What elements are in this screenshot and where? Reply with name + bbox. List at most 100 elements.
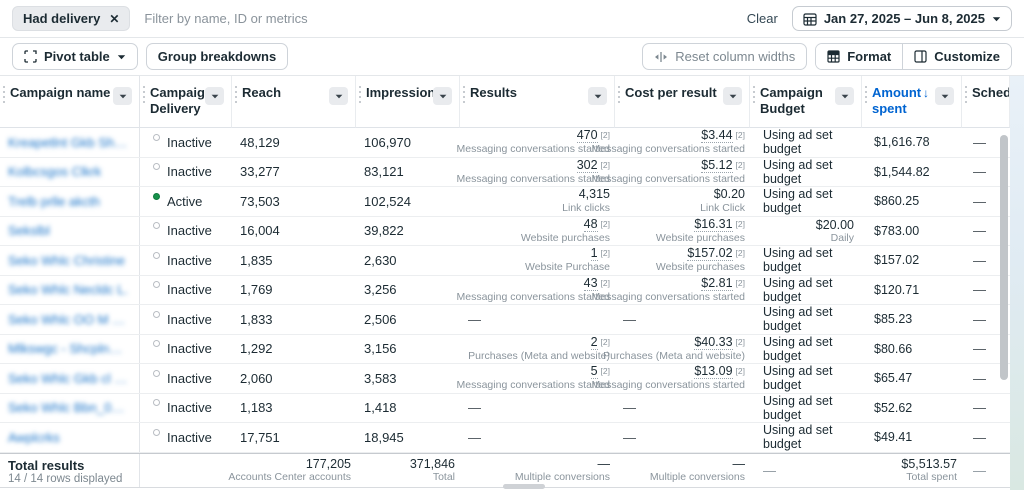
column-menu-chevron-icon[interactable] (835, 87, 854, 105)
column-drag-handle[interactable] (3, 86, 5, 106)
amount-spent-value: $1,616.78 (874, 135, 930, 150)
metric-number: 470 (576, 128, 598, 144)
horizontal-scrollbar[interactable] (503, 484, 545, 489)
cost-per-result-cell: $13.09 [2] Messaging conversations started (592, 364, 750, 393)
close-icon[interactable]: ✕ (109, 13, 119, 25)
column-drag-handle[interactable] (965, 86, 967, 106)
customize-button[interactable]: Customize (902, 44, 1011, 69)
footer-cost-total: — Multiple conversions (615, 454, 750, 487)
results-cell-value: 302 [2] (576, 157, 610, 173)
campaign-name-link[interactable]: Mlkswgc - Shcplng ca... (8, 341, 129, 356)
clear-button[interactable]: Clear (747, 11, 778, 26)
cost-per-result-cell: $2.81 [2] Messaging conversations started (592, 275, 750, 305)
status-dot (153, 133, 160, 141)
campaign-name-link[interactable]: Seko Whlc Gkb cl Bus... (8, 371, 129, 386)
date-range-button[interactable]: Jan 27, 2025 – Jun 8, 2025 (791, 6, 1012, 31)
column-drag-handle[interactable] (359, 86, 361, 106)
status-dot (153, 369, 160, 377)
campaign-name-link[interactable]: Kolbcsgos Clkrk (8, 164, 101, 179)
impressions-value: 83,121 (364, 164, 404, 180)
table-toolbar: Pivot table Group breakdowns Reset colum… (0, 38, 1024, 76)
column-header-amount-spent[interactable]: Amount spent ↓ (862, 76, 962, 128)
metric-number: 48 (583, 216, 598, 232)
table-row: Awplcrks Inactive 17,751 18,945 — — Using ad s… (0, 423, 1010, 453)
column-drag-handle[interactable] (235, 86, 237, 106)
customize-label: Customize (934, 49, 1000, 64)
delivery-status-cell: Inactive (140, 276, 232, 305)
vertical-scrollbar[interactable] (1000, 135, 1008, 380)
footnote-ref: [2] (735, 159, 745, 170)
campaign-name-link[interactable]: Seko Whlc Bbn_04_grls (8, 400, 129, 415)
pivot-table-button[interactable]: Pivot table (12, 43, 138, 70)
campaign-budget-cell: Using ad set budget (763, 246, 833, 275)
campaign-name-link[interactable]: Trelb prlle akcth (8, 194, 100, 209)
delivery-status-label: Inactive (167, 282, 212, 298)
campaign-name-link[interactable]: Seko Whlc Christine (8, 253, 125, 268)
format-button[interactable]: Format (816, 44, 903, 69)
search-input[interactable] (144, 11, 733, 26)
column-drag-handle[interactable] (463, 86, 465, 106)
table-row: Seko Whlc Bbn_04_grls Inactive 1,183 1,418 —… (0, 393, 1010, 423)
campaign-budget-cell: Using ad set budget (763, 128, 833, 157)
column-menu-chevron-icon[interactable] (205, 87, 224, 105)
column-header-campaign-delivery[interactable]: Campaign Delivery (140, 76, 232, 128)
delivery-status-cell: Inactive (140, 364, 232, 393)
cost-per-result-cell-value: $16.31 [2] (694, 216, 745, 232)
column-header-cost-per-result[interactable]: Cost per result (615, 76, 750, 128)
campaign-name-link[interactable]: Kreapetlnt Gkb Sho... (8, 135, 129, 150)
column-drag-handle[interactable] (618, 86, 620, 106)
delivery-status-label: Inactive (167, 311, 212, 327)
campaign-name-link[interactable]: Seko Whlc Necldc L. (8, 282, 128, 297)
filter-chip-label: Had delivery (23, 11, 101, 26)
column-header-results[interactable]: Results (460, 76, 615, 128)
column-header-sched[interactable]: Sched (962, 76, 1010, 128)
footnote-ref: [2] (735, 130, 745, 141)
impressions-value: 39,822 (364, 223, 404, 239)
campaign-name-link[interactable]: Seko Whlc OO M Glen (8, 312, 129, 327)
column-header-campaign-budget[interactable]: Campaign Budget (750, 76, 862, 128)
metric-number: $2.81 (701, 275, 733, 291)
results-cell-value: 1 [2] (590, 246, 610, 262)
ads-manager-app: Had delivery ✕ Clear Jan 27, 2025 – Jun … (0, 0, 1024, 490)
column-menu-chevron-icon[interactable] (723, 87, 742, 105)
delivery-status-label: Active (167, 193, 203, 209)
footer-cost-total-label: Multiple conversions (649, 471, 745, 483)
column-header-campaign-name[interactable]: Campaign name (0, 76, 140, 128)
campaign-name-cell: Seko Whlc Necldc L. (0, 275, 140, 304)
results-cell-label: Website Purchase (524, 261, 610, 274)
delivery-status-label: Inactive (167, 370, 212, 386)
cost-per-result-cell-value: $0.20 (714, 188, 745, 201)
filter-chip-had-delivery[interactable]: Had delivery ✕ (12, 6, 131, 31)
column-drag-handle[interactable] (865, 86, 867, 106)
cost-per-result-cell: — (623, 311, 636, 327)
cost-per-result-cell: $3.44 [2] Messaging conversations started (592, 128, 750, 157)
column-menu-chevron-icon[interactable] (113, 87, 132, 105)
column-menu-chevron-icon[interactable] (588, 87, 607, 105)
metric-number: 2 (590, 334, 598, 350)
reach-value: 1,769 (240, 282, 273, 298)
column-drag-handle[interactable] (753, 86, 755, 106)
reach-value: 33,277 (240, 164, 280, 180)
footer-reach-total: 177,205 Accounts Center accounts (228, 454, 356, 487)
column-header-reach[interactable]: Reach (232, 76, 356, 128)
reset-column-widths-button[interactable]: Reset column widths (642, 43, 808, 70)
campaign-name-link[interactable]: Awplcrks (8, 430, 60, 445)
page-background-strip (1010, 76, 1024, 490)
column-menu-chevron-icon[interactable] (935, 87, 954, 105)
column-drag-handle[interactable] (143, 86, 145, 106)
column-menu-chevron-icon[interactable] (329, 87, 348, 105)
group-breakdowns-button[interactable]: Group breakdowns (145, 43, 289, 70)
campaigns-table: Campaign name Campaign Delivery Reach Impre… (0, 76, 1010, 488)
column-header-impressions[interactable]: Impressions (356, 76, 460, 128)
footnote-ref: [2] (735, 218, 745, 229)
impressions-value: 18,945 (364, 429, 404, 445)
results-cell: — (468, 311, 481, 327)
amount-spent-value: $85.23 (874, 312, 913, 327)
amount-spent-value: $52.62 (874, 400, 913, 415)
campaign-name-cell: Sekslbl (0, 216, 140, 245)
cost-per-result-cell: — (623, 429, 636, 445)
results-cell-label: Messaging conversations started (456, 143, 611, 156)
column-menu-chevron-icon[interactable] (433, 87, 452, 105)
table-row: Seko Whlc Gkb cl Bus... Inactive 2,060 3,58… (0, 364, 1010, 394)
campaign-name-link[interactable]: Sekslbl (8, 223, 50, 238)
